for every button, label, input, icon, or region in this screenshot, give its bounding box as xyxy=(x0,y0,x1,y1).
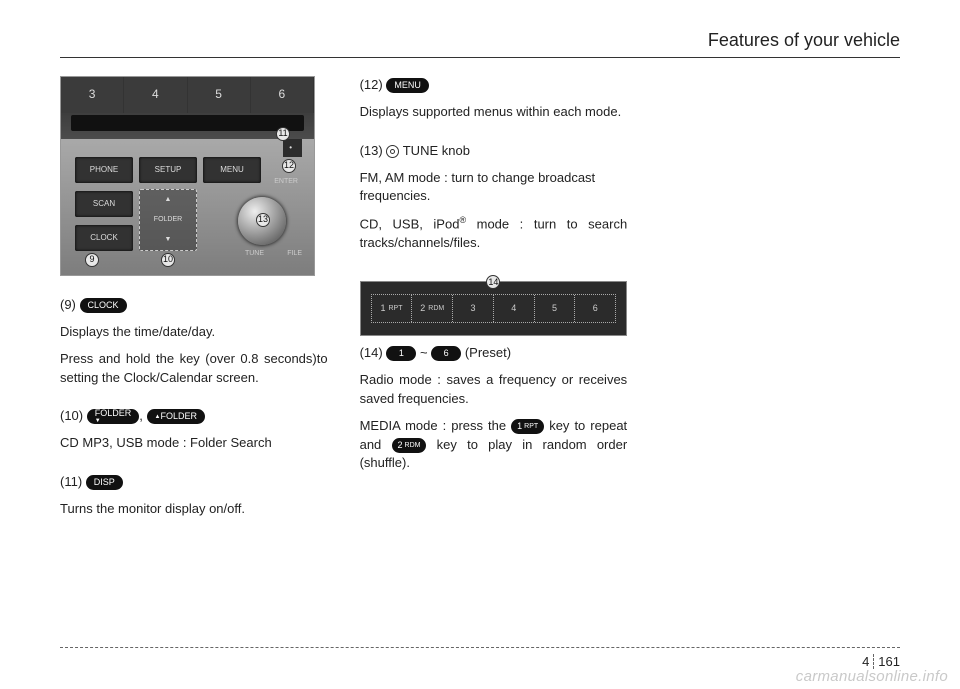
t: RPT xyxy=(388,304,402,314)
preset-cell: 5 xyxy=(535,295,576,322)
rpt-keycap: 1RPT xyxy=(511,419,544,434)
header-rule xyxy=(60,57,900,58)
t: RPT xyxy=(524,423,538,430)
page-num: 161 xyxy=(878,654,900,669)
text: MEDIA mode : press the xyxy=(360,418,512,433)
preset-strip-photo: 14 1RPT 2RDM 3 4 5 6 xyxy=(360,281,628,336)
preset-cell: 2RDM xyxy=(412,295,453,322)
n: 6 xyxy=(593,302,598,315)
callout-14: 14 xyxy=(486,275,500,289)
disp-keycap: DISP xyxy=(86,475,123,490)
page-footer: 4 161 xyxy=(60,647,900,669)
rdm-keycap: 2RDM xyxy=(392,438,427,453)
preset-cell: 3 xyxy=(453,295,494,322)
item-number: (11) xyxy=(60,474,82,489)
label: FOLDER xyxy=(160,412,197,421)
item-number: (13) xyxy=(360,143,383,158)
clock-button-photo: CLOCK xyxy=(75,225,133,251)
menu-button-photo: MENU xyxy=(203,157,261,183)
preset-cell: 6 xyxy=(575,295,615,322)
preset6-keycap: 6 xyxy=(431,346,461,361)
cd-slot xyxy=(71,115,304,131)
manual-page: Features of your vehicle 3 4 5 6 • PHONE… xyxy=(0,0,960,689)
clock-keycap: CLOCK xyxy=(80,298,127,313)
item-12-head: (12) MENU xyxy=(360,76,628,95)
item-9-head: (9) CLOCK xyxy=(60,296,328,315)
folder-up-keycap: FOLDER xyxy=(147,409,205,424)
callout-10: 10 xyxy=(161,253,175,267)
item-number: (12) xyxy=(360,77,383,92)
item-10-head: (10) FOLDER, FOLDER xyxy=(60,407,328,426)
item-12-text: Displays supported menus within each mod… xyxy=(360,103,628,122)
tune-label: TUNE xyxy=(245,249,264,259)
n: 3 xyxy=(471,302,476,315)
preset-label: (Preset) xyxy=(465,345,511,360)
n: 2 xyxy=(420,302,425,315)
t: RDM xyxy=(405,442,421,449)
tilde: ~ xyxy=(420,345,428,360)
item-11-head: (11) DISP xyxy=(60,473,328,492)
item-10-text: CD MP3, USB mode : Folder Search xyxy=(60,434,328,453)
scan-button-photo: SCAN xyxy=(75,191,133,217)
item-number: (10) xyxy=(60,408,83,423)
column-spacer xyxy=(659,76,900,527)
item-number: (9) xyxy=(60,297,76,312)
item-13-head: (13) TUNE knob xyxy=(360,142,628,161)
content-columns: 3 4 5 6 • PHONE SETUP MENU SCAN CLOCK xyxy=(60,76,900,527)
preset-cell: 4 xyxy=(494,295,535,322)
photo-preset: 3 xyxy=(61,77,124,113)
n: 2 xyxy=(398,441,403,450)
callout-13: 13 xyxy=(256,213,270,227)
callout-11: 11 xyxy=(276,127,290,141)
knob-icon xyxy=(386,145,399,158)
item-14-text: MEDIA mode : press the 1RPT key to repea… xyxy=(360,417,628,474)
preset1-keycap: 1 xyxy=(386,346,416,361)
item-14-text: Radio mode : saves a frequency or receiv… xyxy=(360,371,628,409)
watermark: carmanualsonline.info xyxy=(796,668,948,685)
file-label: FILE xyxy=(287,249,302,259)
chapter-number: 4 xyxy=(862,654,874,669)
tune-knob-label: TUNE knob xyxy=(403,143,470,158)
setup-button-photo: SETUP xyxy=(139,157,197,183)
n: 1 xyxy=(380,302,385,315)
t: RDM xyxy=(428,304,444,314)
callout-9: 9 xyxy=(85,253,99,267)
item-14-head: (14) 1 ~ 6 (Preset) xyxy=(360,344,628,363)
label: FOLDER xyxy=(154,215,182,225)
preset-cell: 1RPT xyxy=(372,295,413,322)
page-number: 4 161 xyxy=(60,654,900,669)
item-13-text: FM, AM mode : turn to change broadcast f… xyxy=(360,169,628,207)
callout-12: 12 xyxy=(282,159,296,173)
photo-preset: 4 xyxy=(124,77,187,113)
audio-panel-photo: 3 4 5 6 • PHONE SETUP MENU SCAN CLOCK xyxy=(60,76,315,276)
section-title: Features of your vehicle xyxy=(60,30,900,57)
label: FOLDER xyxy=(95,409,132,424)
folder-rocker-photo: ▲FOLDER▼ xyxy=(139,189,197,251)
folder-down-keycap: FOLDER xyxy=(87,409,140,424)
enter-label: ENTER xyxy=(274,177,298,187)
photo-preset: 5 xyxy=(188,77,251,113)
disp-button-photo: • xyxy=(283,139,302,157)
column-left: 3 4 5 6 • PHONE SETUP MENU SCAN CLOCK xyxy=(60,76,328,527)
menu-keycap: MENU xyxy=(386,78,429,93)
footer-rule xyxy=(60,647,900,648)
item-9-text: Press and hold the key (over 0.8 seconds… xyxy=(60,350,328,388)
column-right: (12) MENU Displays supported menus withi… xyxy=(360,76,628,527)
n: 5 xyxy=(552,302,557,315)
n: 4 xyxy=(511,302,516,315)
photo-preset: 6 xyxy=(251,77,314,113)
item-13-text: CD, USB, iPod® mode : turn to search tra… xyxy=(360,214,628,253)
item-9-text: Displays the time/date/day. xyxy=(60,323,328,342)
item-number: (14) xyxy=(360,345,383,360)
n: 1 xyxy=(517,422,522,431)
item-11-text: Turns the monitor display on/off. xyxy=(60,500,328,519)
phone-button-photo: PHONE xyxy=(75,157,133,183)
text: CD, USB, iPod xyxy=(360,217,460,232)
